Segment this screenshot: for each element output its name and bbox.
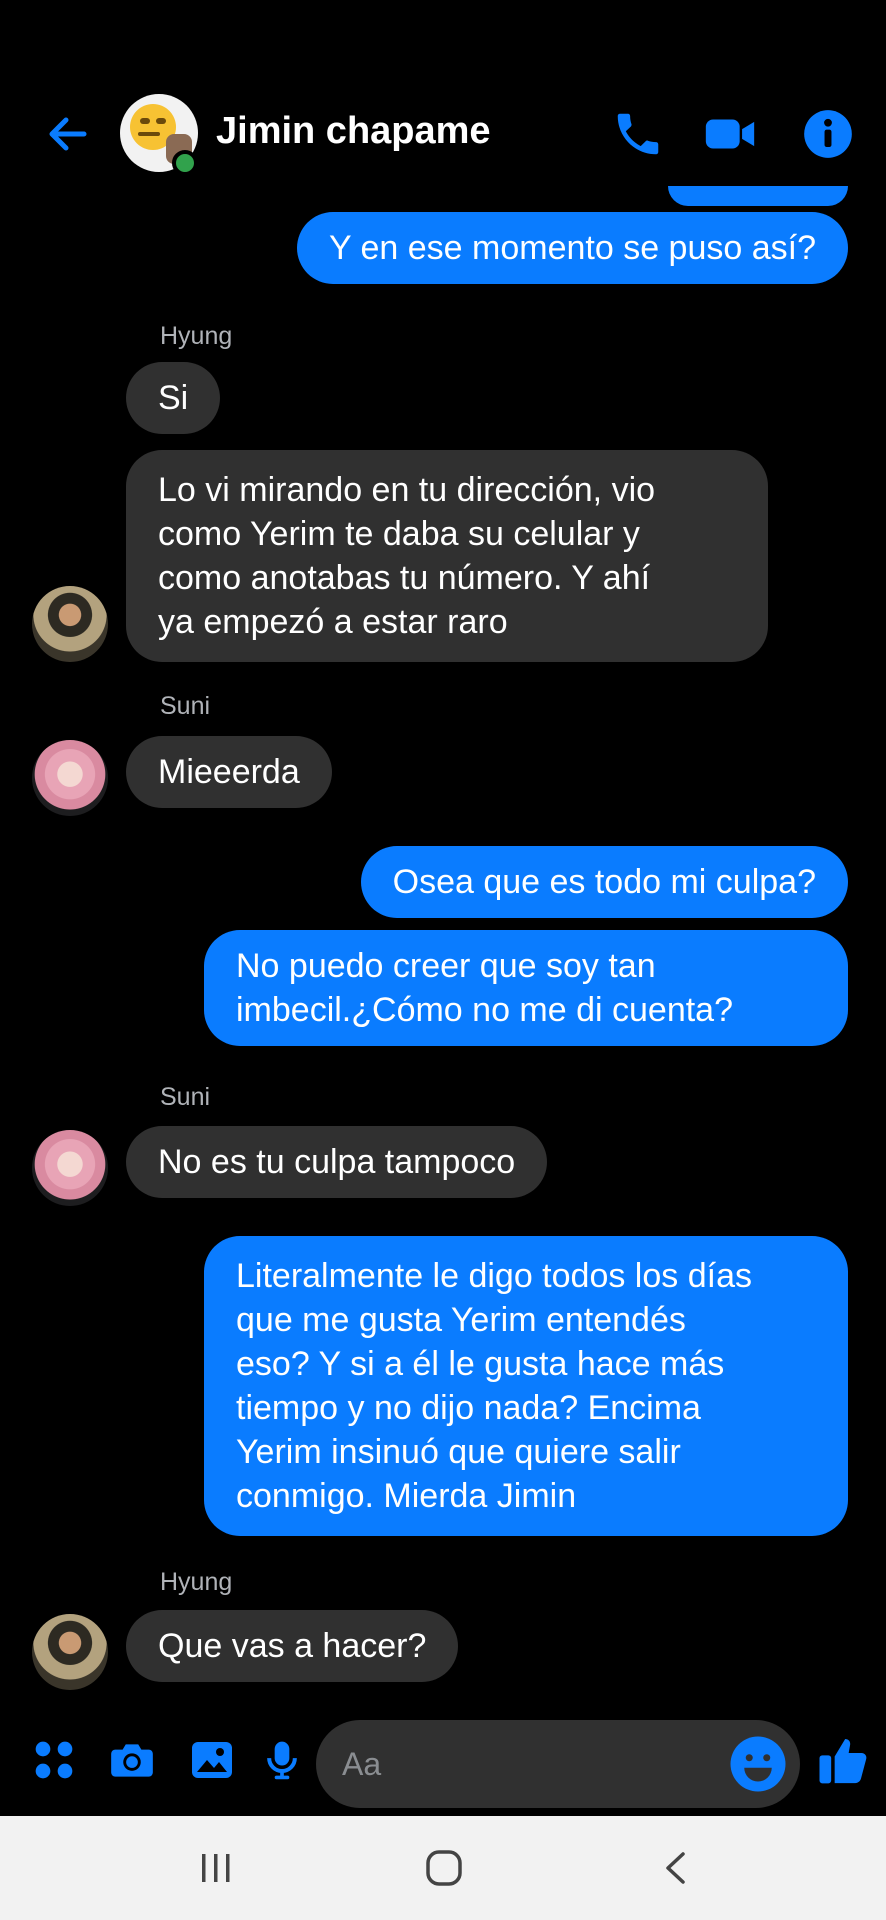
sender-name: Suni [160,692,211,720]
conversation-header: Jimin chapame [0,0,886,200]
sender-name: Hyung [160,1568,233,1596]
sender-avatar-suni[interactable] [32,740,108,816]
message-received[interactable]: Lo vi mirando en tu dirección, vio como … [126,450,768,662]
message-sent[interactable]: Literalmente le digo todos los días que … [204,1236,848,1536]
back-icon[interactable] [636,1838,716,1898]
message-composer [0,1720,886,1816]
recent-apps-icon[interactable] [176,1838,256,1898]
online-status-indicator [172,150,198,176]
sender-avatar-hyung[interactable] [32,1614,108,1690]
message-received[interactable]: Que vas a hacer? [126,1610,459,1682]
home-icon[interactable] [404,1838,484,1898]
message-sent[interactable]: Osea que es todo mi culpa? [360,846,848,918]
message-sent[interactable]: Y en ese momento se puso así? [296,212,848,284]
info-icon[interactable] [798,104,858,164]
message-received[interactable]: Mieeerda [126,736,332,808]
video-camera-icon[interactable] [700,104,760,164]
message-received[interactable]: Si [126,362,221,434]
thumbs-up-icon[interactable] [814,1730,874,1790]
contact-name[interactable]: Jimin chapame [216,110,491,153]
emoji-icon[interactable] [728,1734,788,1794]
apps-grid-icon[interactable] [24,1730,84,1790]
message-input-container [316,1720,800,1808]
phone-icon[interactable] [608,104,668,164]
message-received[interactable]: No es tu culpa tampoco [126,1126,548,1198]
sender-name: Suni [160,1083,211,1111]
message-input[interactable] [342,1738,722,1790]
sender-avatar-hyung[interactable] [32,586,108,662]
sender-name: Hyung [160,322,233,350]
system-navigation-bar [0,1816,886,1920]
sender-avatar-suni[interactable] [32,1130,108,1206]
previous-message-tail [668,186,848,206]
back-arrow-icon[interactable] [38,104,98,164]
message-sent[interactable]: No puedo creer que soy tan imbecil.¿Cómo… [204,930,848,1046]
microphone-icon[interactable] [252,1730,312,1790]
camera-icon[interactable] [102,1730,162,1790]
gallery-icon[interactable] [182,1730,242,1790]
